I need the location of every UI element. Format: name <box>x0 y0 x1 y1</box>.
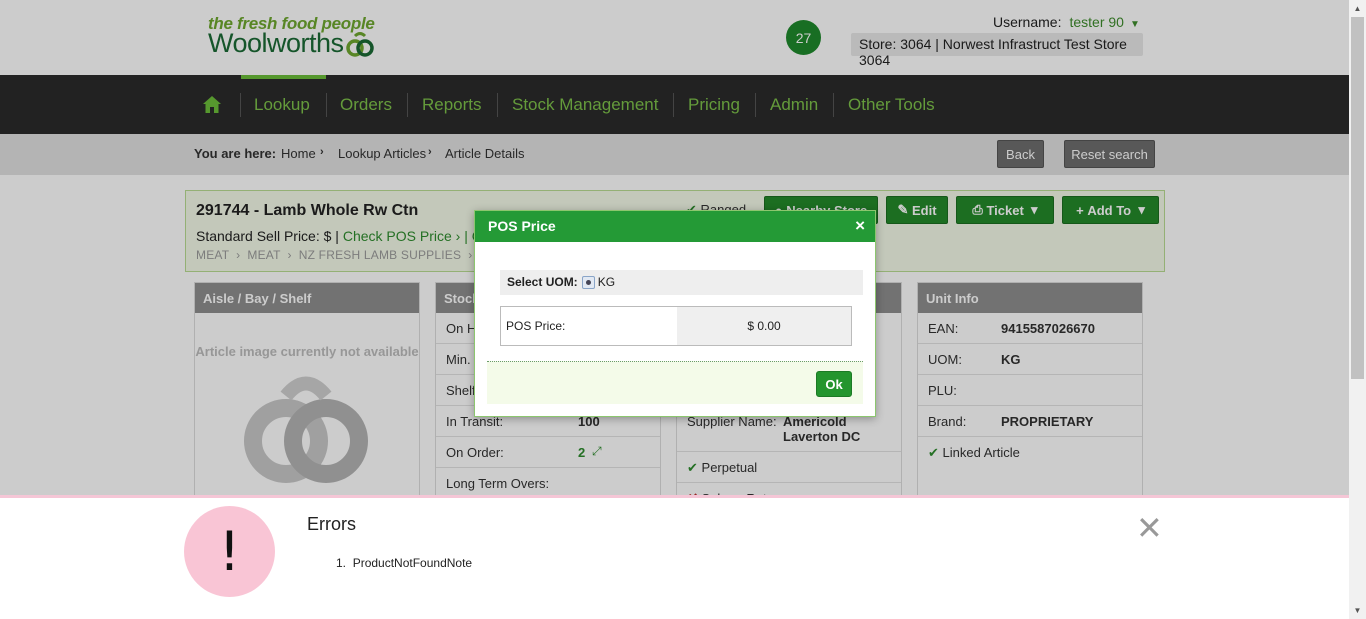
scroll-down-icon[interactable]: ▼ <box>1349 602 1366 619</box>
dialog-footer: Ok <box>487 361 863 404</box>
close-icon[interactable]: × <box>855 217 865 234</box>
page: the fresh food people Woolworths 27 User… <box>0 0 1349 619</box>
scrollbar-thumb[interactable] <box>1351 17 1364 379</box>
ok-button[interactable]: Ok <box>816 371 852 397</box>
pos-price-field: POS Price: $ 0.00 <box>500 306 852 346</box>
close-icon[interactable]: ✕ <box>1136 512 1163 544</box>
pos-price-dialog: POS Price × Select UOM: KG POS Price: $ 0… <box>474 210 876 417</box>
dialog-header: POS Price × <box>475 211 875 242</box>
error-item: 1. ProductNotFoundNote <box>336 556 473 570</box>
scroll-up-icon[interactable]: ▲ <box>1349 0 1366 17</box>
error-item-text: ProductNotFoundNote <box>352 556 473 570</box>
uom-value: KG <box>597 275 616 289</box>
uom-label: Select UOM: <box>507 275 578 289</box>
pos-price-label: POS Price: <box>506 319 566 333</box>
error-title: Errors <box>307 514 356 534</box>
error-icon: ! <box>184 506 275 597</box>
dialog-title: POS Price <box>488 218 556 234</box>
pos-price-value: $ 0.00 <box>677 307 851 345</box>
uom-radio[interactable] <box>581 276 595 289</box>
error-banner: ! Errors 1. ProductNotFoundNote ✕ <box>0 495 1349 619</box>
uom-selector: Select UOM: KG <box>500 270 863 295</box>
vertical-scrollbar[interactable]: ▲ ▼ <box>1349 0 1366 619</box>
